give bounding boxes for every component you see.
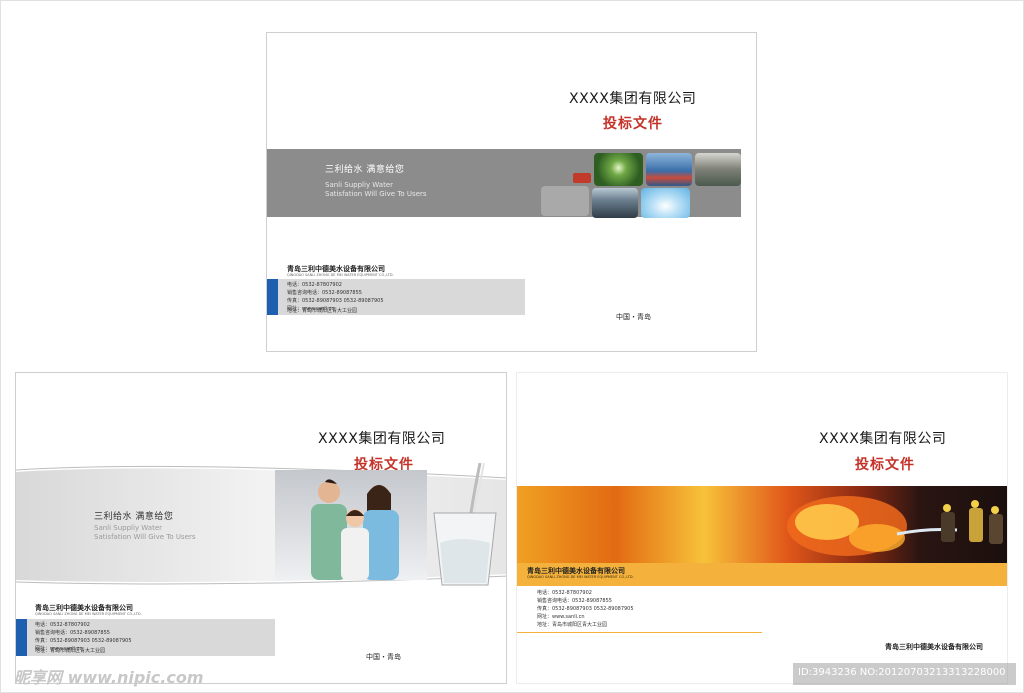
id-watermark: ID:3943236 NO:20120703213313228000 bbox=[798, 667, 1006, 678]
document-title: 投标文件 bbox=[855, 457, 915, 473]
blue-strip bbox=[267, 279, 278, 315]
blue-strip bbox=[16, 619, 27, 656]
contact-fax: 传真：0532-89087903 0532-89087905 bbox=[537, 606, 634, 612]
company-name: XXXX集团有限公司 bbox=[819, 431, 947, 447]
city-label: 中国・青岛 bbox=[616, 313, 651, 321]
supplier-name-cn-footer: 青岛三利中德美水设备有限公司 bbox=[885, 643, 983, 651]
slogan-cn: 三利给水 满意给您 bbox=[94, 512, 174, 522]
photo-tile-grey bbox=[541, 186, 589, 216]
contact-sales: 销售咨询电话：0532-89087855 bbox=[537, 598, 612, 604]
cover-design-1: XXXX集团有限公司 投标文件 三利给水 满意给您 Sanli Suppliy … bbox=[266, 32, 757, 352]
photo-tile-red bbox=[573, 173, 591, 183]
contact-phone: 电话：0532-87807902 bbox=[537, 590, 592, 596]
contact-address: 地址：青岛市城阳区青大工业园 bbox=[35, 648, 106, 654]
divider-line bbox=[517, 632, 762, 633]
contact-website: 网址：www.sanli.cn bbox=[537, 614, 585, 620]
photo-tile-blue-factory bbox=[646, 153, 692, 186]
company-name: XXXX集团有限公司 bbox=[569, 91, 697, 107]
water-glass-icon bbox=[433, 462, 497, 586]
water-glass-photo bbox=[430, 462, 506, 588]
contact-fax: 传真：0532-89087903 0532-89087905 bbox=[287, 298, 384, 304]
city-label: 中国・青岛 bbox=[366, 653, 401, 661]
contact-address: 地址：青岛市城阳区青大工业园 bbox=[537, 622, 608, 628]
photo-tile-machinery bbox=[695, 153, 741, 186]
photo-tile-pipes bbox=[592, 188, 638, 218]
company-name: XXXX集团有限公司 bbox=[318, 431, 446, 447]
fire-illustration bbox=[787, 496, 1003, 556]
document-title: 投标文件 bbox=[603, 116, 663, 132]
site-watermark: 昵享网 www.nipic.com bbox=[14, 668, 204, 687]
photo-tile-water-splash bbox=[641, 188, 690, 218]
contact-fax: 传真：0532-89087903 0532-89087905 bbox=[35, 638, 132, 644]
contact-phone: 电话：0532-87807902 bbox=[35, 622, 90, 628]
contact-sales: 销售咨询电话：0532-89087855 bbox=[35, 630, 110, 636]
supplier-name-en: QINGDAO SANLI ZHONG DE MEI WATER EQUIPME… bbox=[35, 612, 142, 616]
slogan-en-line2: Satisfation Will Give To Users bbox=[325, 190, 427, 198]
cover-design-2: XXXX集团有限公司 投标文件 三利给水 满意给您 Sanli Suppliy … bbox=[15, 372, 507, 684]
contact-block: 电话：0532-87807902 销售咨询电话：0532-89087855 传真… bbox=[537, 589, 634, 629]
contact-sales: 销售咨询电话：0532-89087855 bbox=[287, 290, 362, 296]
contact-address: 地址：青岛市城阳区青大工业园 bbox=[287, 308, 358, 314]
slogan-en-line2: Satisfation Will Give To Users bbox=[94, 533, 196, 541]
fire-band bbox=[517, 486, 1007, 563]
supplier-name-en: QINGDAO SANLI ZHONG DE MEI WATER EQUIPME… bbox=[287, 273, 394, 277]
supplier-name-en: QINGDAO SANLI ZHONG DE MEI WATER EQUIPME… bbox=[527, 575, 634, 579]
family-illustration bbox=[311, 479, 399, 580]
photo-tile-green-sunburst bbox=[594, 153, 643, 186]
slogan-cn: 三利给水 满意给您 bbox=[325, 165, 405, 175]
family-photo bbox=[275, 470, 427, 580]
contact-phone: 电话：0532-87807902 bbox=[287, 282, 342, 288]
cover-design-3: XXXX集团有限公司 投标文件 青岛三利中德美水设备有限公司 QINGDAO S… bbox=[516, 372, 1008, 684]
